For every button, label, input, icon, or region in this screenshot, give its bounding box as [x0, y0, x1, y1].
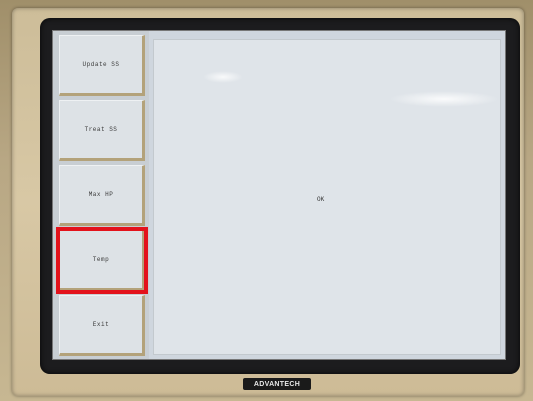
menu-button-update-ss[interactable]: Update SS [59, 35, 145, 96]
touch-screen: Update SS Treat SS Max HP Temp Exit OK [52, 30, 506, 360]
menu-button-treat-ss[interactable]: Treat SS [59, 100, 145, 161]
menu-button-label: Temp [92, 256, 110, 263]
menu-button-exit[interactable]: Exit [59, 295, 145, 356]
brand-logo: ADVANTECH [243, 378, 311, 390]
menu-button-max-hp[interactable]: Max HP [59, 165, 145, 226]
main-display-area[interactable]: OK [153, 39, 501, 355]
menu-button-label: Max HP [88, 191, 114, 198]
status-text: OK [317, 196, 325, 203]
sidebar-menu: Update SS Treat SS Max HP Temp Exit [53, 31, 149, 359]
brand-logo-text: ADVANTECH [253, 380, 301, 388]
menu-button-label: Update SS [82, 61, 120, 68]
menu-button-label: Exit [92, 321, 110, 328]
screen-glare [389, 91, 499, 107]
menu-button-label: Treat SS [84, 126, 118, 133]
menu-button-temp[interactable]: Temp [56, 227, 148, 294]
screen-glare [203, 71, 243, 83]
